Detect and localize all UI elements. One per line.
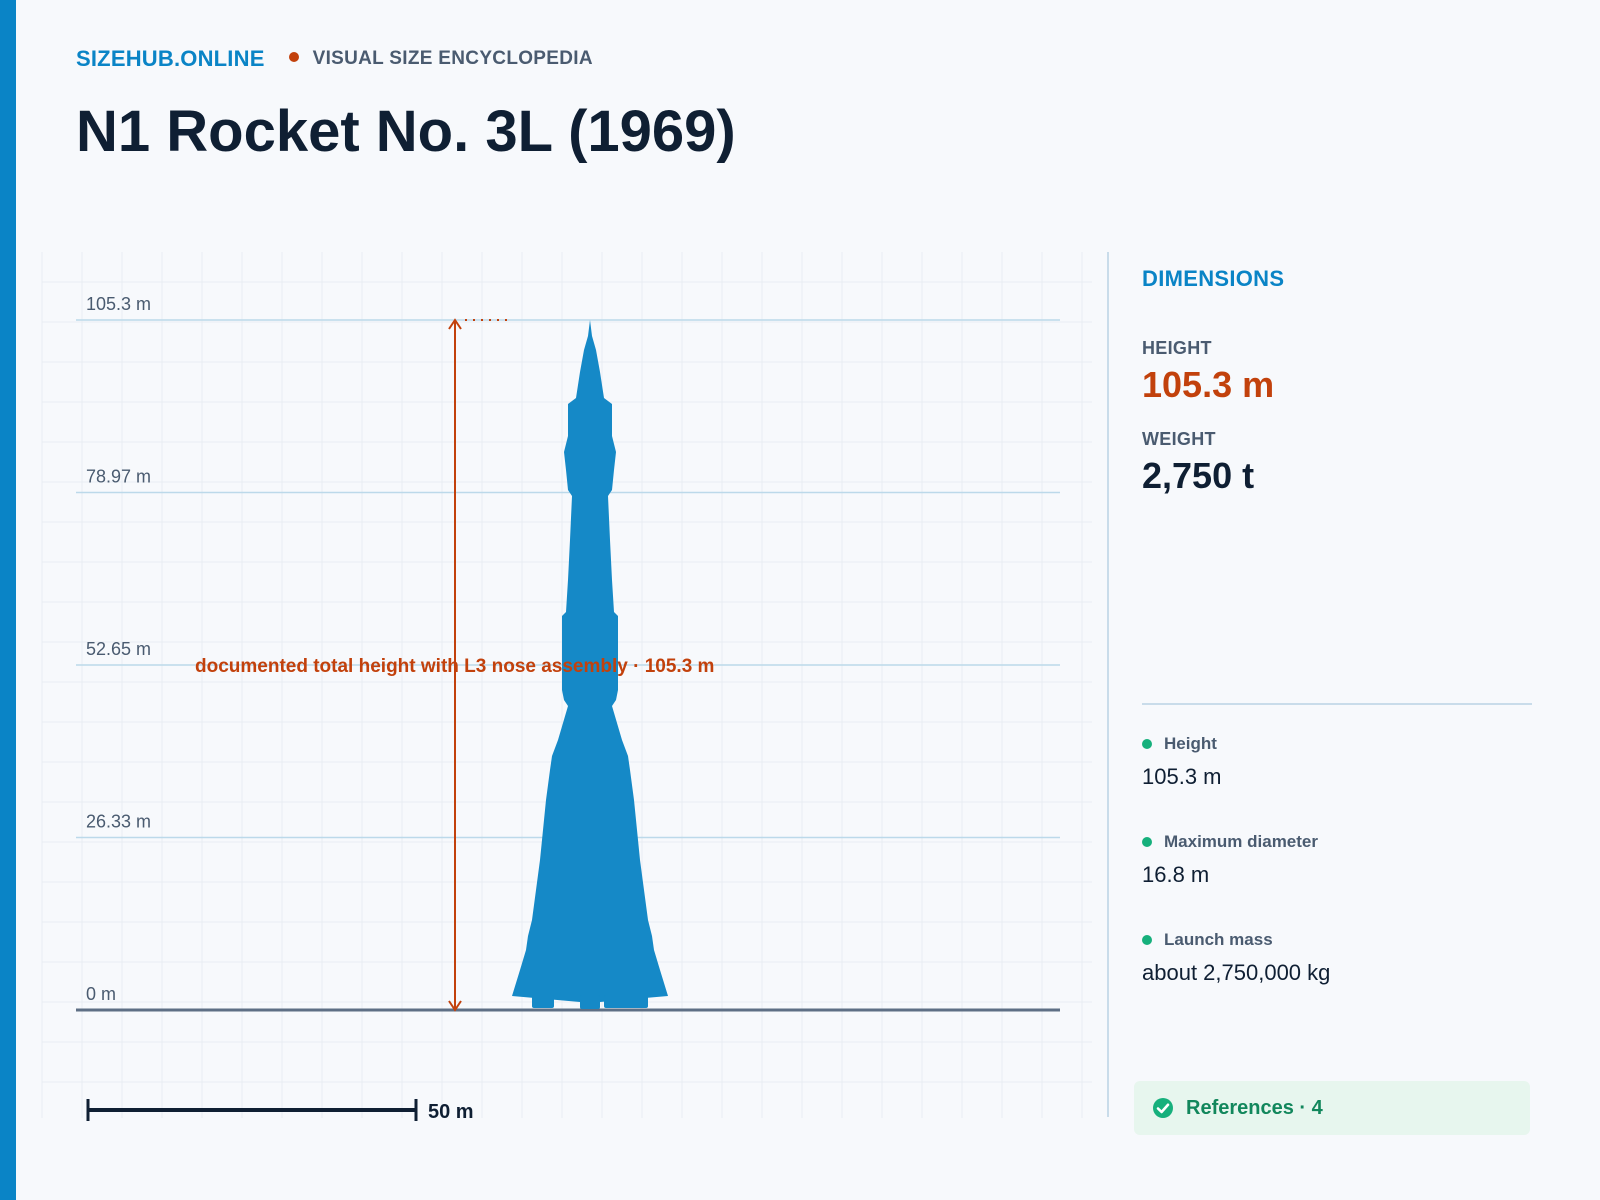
height-value: 105.3 m — [1142, 364, 1275, 405]
scale-bar: 50 m — [86, 1099, 474, 1123]
panel-divider — [1107, 252, 1109, 1117]
spec-label: Maximum diameter — [1164, 832, 1318, 851]
status-dot-icon — [1142, 935, 1152, 945]
spec-value: 105.3 m — [1142, 764, 1222, 789]
rocket-first-stage — [512, 706, 668, 1002]
spec-label: Height — [1164, 734, 1217, 753]
y-tick-label: 26.33 m — [86, 811, 151, 831]
rocket-escape-tower — [564, 320, 616, 496]
spec-max-diameter: Maximum diameter 16.8 m — [1142, 832, 1532, 888]
spec-value: 16.8 m — [1142, 862, 1210, 887]
rocket-engine-center — [580, 995, 600, 1009]
weight-value: 2,750 t — [1142, 455, 1255, 496]
spec-height: Height 105.3 m — [1142, 734, 1532, 790]
dimensions-heading: DIMENSIONS — [1142, 266, 1285, 291]
rocket-engine-right — [604, 995, 648, 1008]
scale-bar-label: 50 m — [428, 1101, 474, 1123]
status-dot-icon — [1142, 739, 1152, 749]
size-chart: 105.3 m 78.97 m 52.65 m 26.33 m 0 m document… — [41, 252, 1092, 1123]
height-annotation-label: documented total height with L3 nose ass… — [195, 656, 714, 677]
height-label: HEIGHT — [1142, 338, 1212, 358]
rocket-engine-left — [532, 995, 554, 1008]
y-tick-label: 105.3 m — [86, 294, 151, 314]
references-button[interactable]: References · 4 — [1134, 1081, 1530, 1135]
references-label: References · 4 — [1186, 1096, 1323, 1119]
spec-label: Launch mass — [1164, 930, 1273, 949]
dimensions-heading-wrap: DIMENSIONS — [1142, 266, 1532, 292]
y-tick-label: 78.97 m — [86, 467, 151, 487]
status-dot-icon — [1142, 837, 1152, 847]
y-tick-label: 0 m — [86, 984, 116, 1004]
spec-launch-mass: Launch mass about 2,750,000 kg — [1142, 930, 1532, 986]
spec-value: about 2,750,000 kg — [1142, 960, 1331, 985]
y-tick-label: 52.65 m — [86, 639, 151, 659]
sidebar-divider — [1142, 703, 1532, 705]
weight-label: WEIGHT — [1142, 429, 1216, 449]
check-circle-icon — [1153, 1098, 1173, 1118]
